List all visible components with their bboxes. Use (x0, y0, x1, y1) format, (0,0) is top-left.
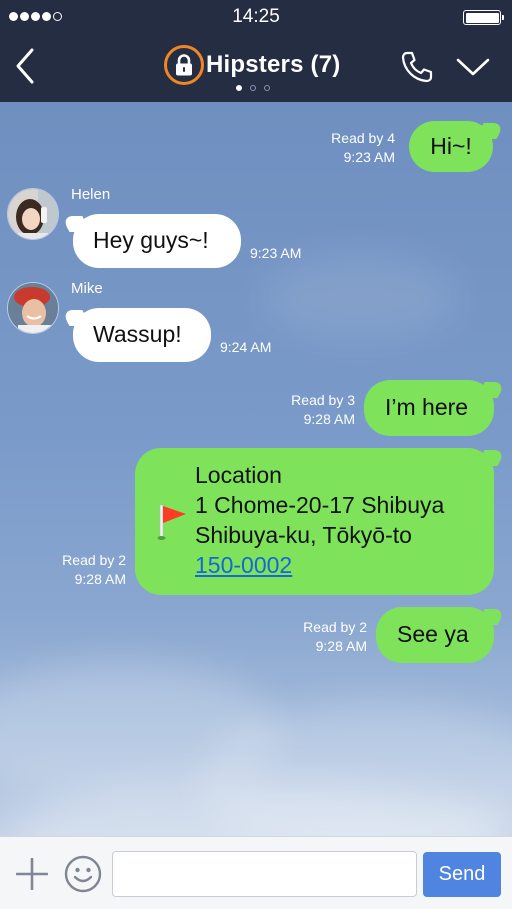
message-input-bar: Send (0, 836, 512, 909)
call-button[interactable] (400, 50, 434, 84)
page-dot (250, 85, 256, 91)
phone-icon (401, 51, 433, 83)
postal-code-link[interactable]: 150-0002 (195, 550, 494, 580)
menu-button[interactable] (455, 54, 491, 80)
message-time: 9:23 AM (250, 245, 302, 261)
back-button[interactable] (10, 46, 40, 86)
message-bubble-incoming[interactable]: Hey guys~! (73, 214, 241, 268)
sender-name: Mike (71, 280, 103, 297)
status-time: 14:25 (232, 6, 280, 27)
page-dot (236, 85, 242, 91)
lock-highlight (164, 45, 204, 85)
message-time: 9:24 AM (220, 339, 272, 355)
sender-name: Helen (71, 186, 111, 203)
read-receipt: Read by 2 9:28 AM (62, 552, 126, 587)
read-receipt: Read by 2 9:28 AM (303, 619, 367, 654)
attach-button[interactable] (15, 857, 49, 891)
avatar-helen[interactable] (7, 188, 59, 240)
page-dot (264, 85, 270, 91)
battery-icon (463, 10, 504, 25)
page-indicator (236, 85, 270, 91)
message-text: Hey guys~! (93, 227, 209, 253)
message-bubble-outgoing[interactable]: See ya (376, 607, 494, 663)
chevron-left-icon (16, 48, 34, 84)
message-bubble-outgoing[interactable]: Hi~! (409, 121, 493, 172)
location-title: Location (195, 462, 282, 488)
avatar-mike[interactable] (7, 282, 59, 334)
message-input[interactable] (112, 851, 417, 897)
chat-header: 14:25 Hipsters (7) (0, 0, 512, 102)
chat-message-list[interactable]: Read by 4 9:23 AM Hi~! Helen Hey guys~! … (0, 102, 512, 836)
message-bubble-outgoing[interactable]: I’m here (364, 380, 494, 436)
message-text: See ya (397, 621, 469, 647)
flag-icon (157, 504, 186, 540)
smiley-icon (64, 855, 102, 893)
read-receipt: Read by 4 9:23 AM (331, 130, 395, 165)
send-button[interactable]: Send (423, 852, 501, 897)
message-text: Wassup! (93, 321, 182, 347)
read-receipt: Read by 3 9:28 AM (291, 392, 355, 427)
sticker-button[interactable] (64, 855, 102, 893)
location-address-line2: Shibuya-ku, Tōkyō-to (195, 522, 412, 548)
chat-title: Hipsters (7) (206, 51, 341, 78)
chat-title-area[interactable]: Hipsters (7) (164, 44, 340, 86)
message-text: Hi~! (430, 133, 472, 159)
nav-bar: Hipsters (7) (0, 34, 512, 102)
location-address-line1: 1 Chome-20-17 Shibuya (195, 492, 445, 518)
lock-icon (176, 54, 192, 76)
chevron-down-icon (456, 58, 490, 76)
message-text: I’m here (385, 394, 469, 420)
status-bar: 14:25 (0, 0, 512, 34)
location-message-bubble[interactable]: Location 1 Chome-20-17 Shibuya Shibuya-k… (135, 448, 494, 595)
plus-icon (15, 857, 49, 891)
message-bubble-incoming[interactable]: Wassup! (73, 308, 211, 362)
